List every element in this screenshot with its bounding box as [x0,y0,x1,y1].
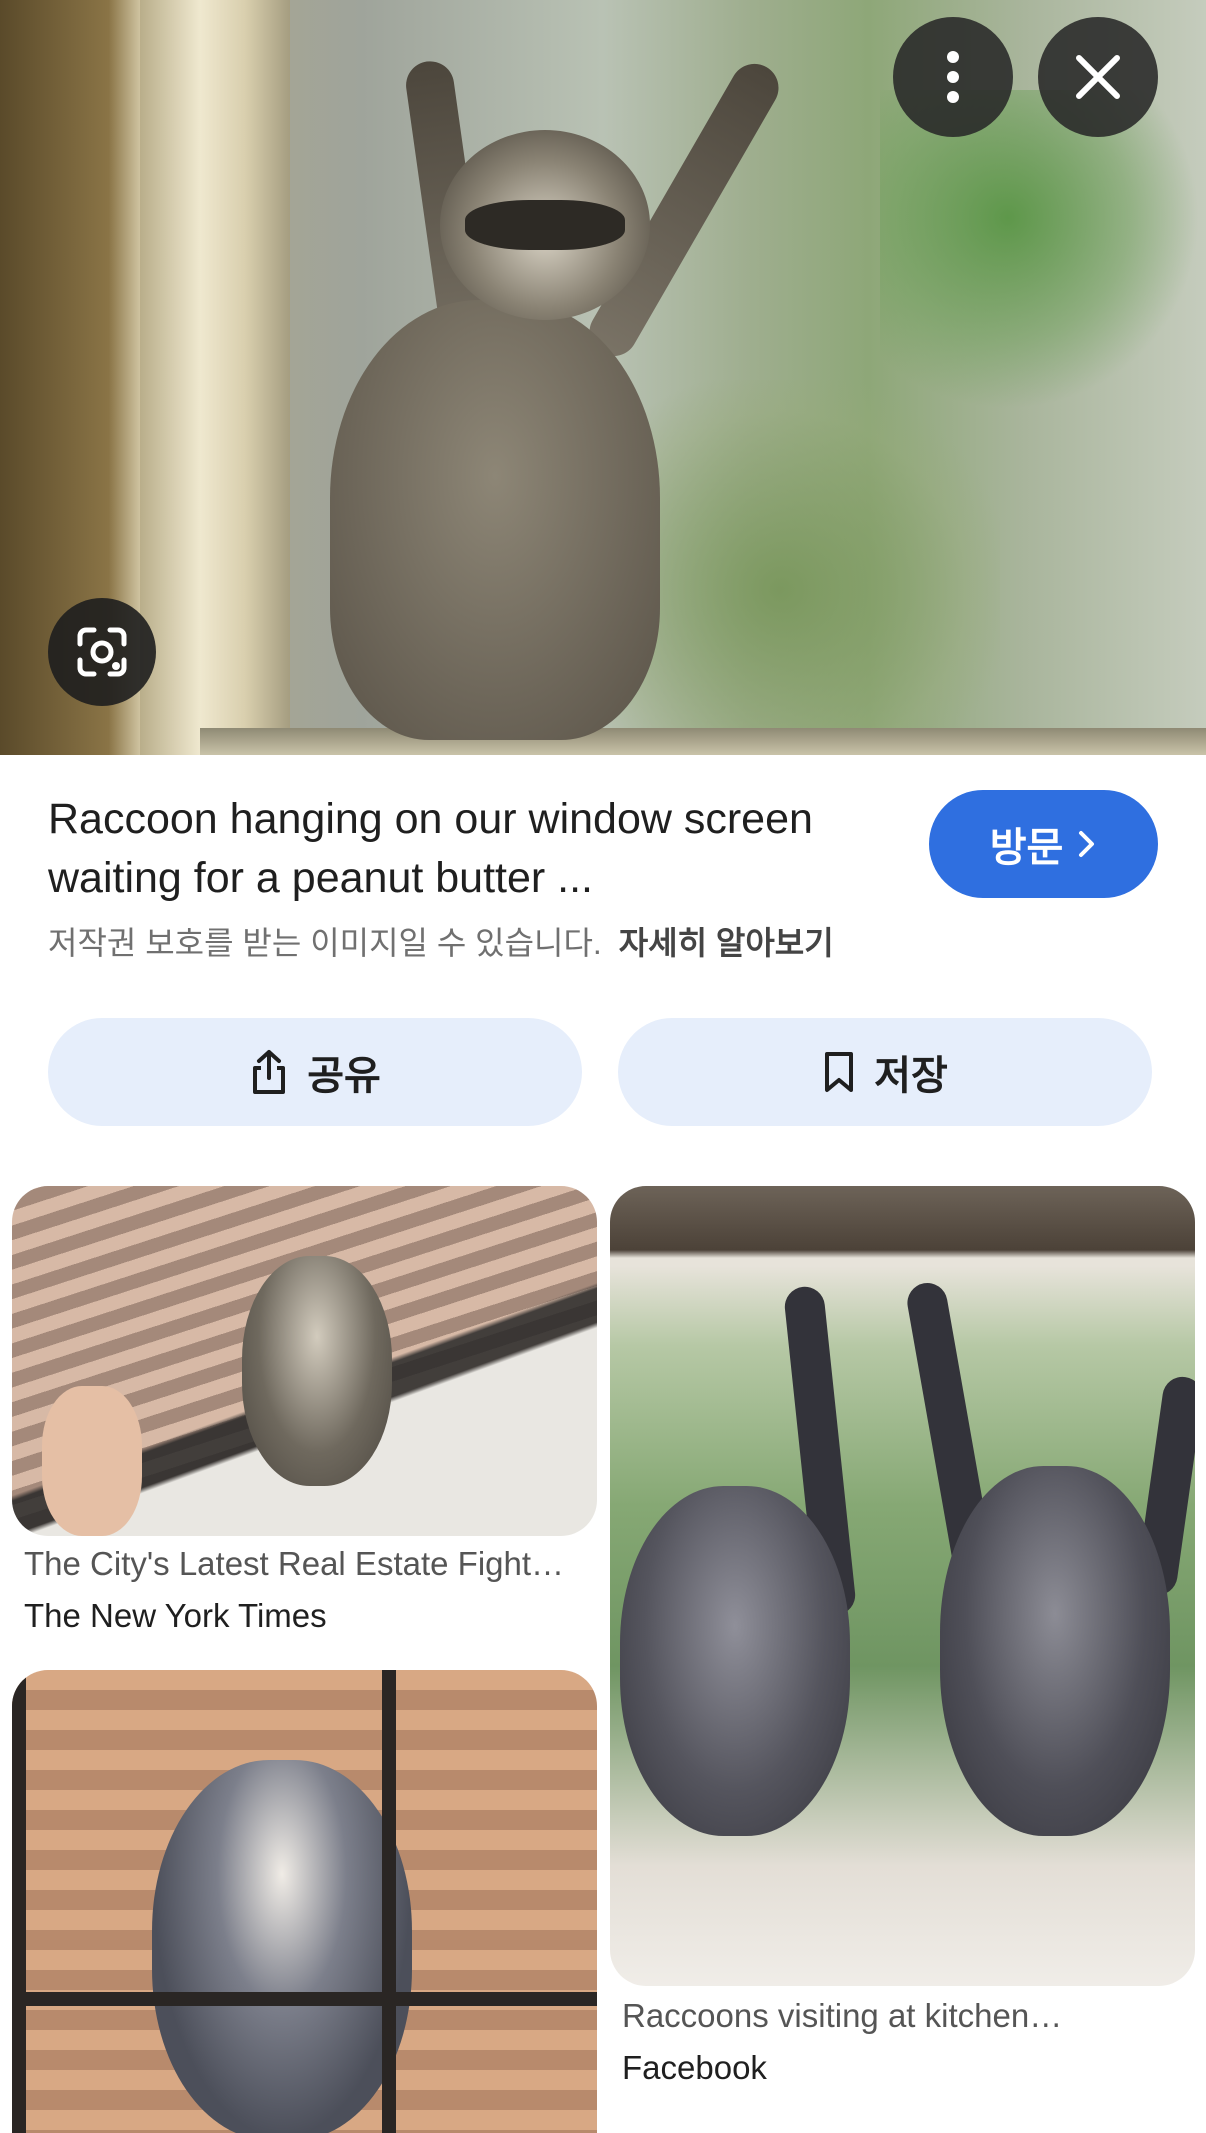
result-title[interactable]: Raccoons visiting at kitchen… [622,1997,1187,2035]
more-options-button[interactable] [893,17,1013,137]
background-leaves [880,90,1200,410]
visit-label: 방문 [989,826,1064,870]
window-frame [382,1670,396,2133]
copyright-notice: 저작권 보호를 받는 이미지일 수 있습니다. 자세히 알아보기 [48,918,834,964]
raccoon-figure [620,1486,850,1836]
main-image[interactable] [0,0,1206,755]
share-icon [253,1050,286,1094]
window-frame [12,1992,597,2006]
raccoon-figure [242,1256,392,1486]
result-source: Facebook [622,2049,767,2086]
image-title: Raccoon hanging on our window screen wai… [48,795,813,902]
more-vertical-icon [947,51,959,103]
share-label: 공유 [307,1054,381,1098]
raccoon-figure [940,1466,1170,1836]
save-button[interactable]: 저장 [618,1018,1152,1126]
lens-icon [77,627,127,677]
window-frame [140,0,290,755]
lens-search-button[interactable] [48,598,156,706]
chevron-right-icon [1079,831,1095,857]
result-source: The New York Times [24,1597,327,1634]
share-button[interactable]: 공유 [48,1018,582,1126]
save-label: 저장 [874,1054,948,1098]
result-title[interactable]: The City's Latest Real Estate Fight… [24,1545,589,1583]
window-sill [200,728,1206,755]
result-thumbnail[interactable] [12,1670,597,2133]
visit-button[interactable]: 방문 [929,790,1158,898]
learn-more-link[interactable]: 자세히 알아보기 [619,925,834,961]
bookmark-icon [825,1052,854,1092]
raccoon-body [330,300,660,740]
close-button[interactable] [1038,17,1158,137]
close-icon [1076,55,1120,99]
copyright-text: 저작권 보호를 받는 이미지일 수 있습니다. [48,925,602,961]
result-thumbnail[interactable] [12,1186,597,1536]
thumbnail-detail [42,1386,142,1536]
window-frame [12,1670,26,2133]
raccoon-figure [152,1760,412,2133]
result-thumbnail[interactable] [610,1186,1195,1986]
raccoon-mask [465,200,625,250]
image-viewer-page: Raccoon hanging on our window screen wai… [0,0,1206,2133]
